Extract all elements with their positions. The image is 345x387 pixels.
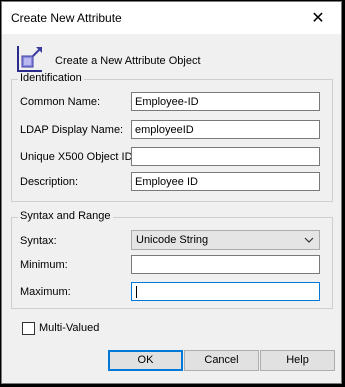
- maximum-label: Maximum:: [20, 286, 71, 298]
- ldap-display-name-label: LDAP Display Name:: [20, 124, 124, 136]
- syntax-range-group-title: Syntax and Range: [18, 210, 113, 223]
- multi-valued-label: Multi-Valued: [39, 322, 100, 334]
- x500-object-id-label: Unique X500 Object ID:: [20, 151, 136, 163]
- common-name-field[interactable]: [131, 92, 320, 111]
- close-button[interactable]: ✕: [295, 2, 341, 34]
- attribute-object-icon: [17, 46, 42, 72]
- window-title: Create New Attribute: [11, 11, 122, 25]
- close-icon: ✕: [311, 10, 325, 27]
- syntax-dropdown[interactable]: Unicode String: [131, 230, 320, 250]
- common-name-label: Common Name:: [20, 96, 101, 108]
- minimum-label: Minimum:: [20, 259, 68, 271]
- ok-button[interactable]: OK: [108, 350, 183, 371]
- header-text: Create a New Attribute Object: [55, 55, 201, 67]
- chevron-down-icon: [304, 237, 314, 243]
- syntax-label: Syntax:: [20, 235, 57, 247]
- text-caret: [136, 286, 137, 298]
- ldap-display-name-field[interactable]: [131, 120, 320, 139]
- title-bar: Create New Attribute ✕: [2, 2, 341, 34]
- create-new-attribute-dialog: Create New Attribute ✕ Create a New Attr…: [1, 1, 342, 384]
- x500-object-id-field[interactable]: [131, 147, 320, 166]
- identification-group-title: Identification: [18, 72, 84, 85]
- minimum-field[interactable]: [131, 255, 320, 274]
- description-label: Description:: [20, 176, 79, 188]
- syntax-selected-value: Unicode String: [136, 234, 209, 246]
- multi-valued-checkbox[interactable]: [22, 322, 35, 335]
- description-field[interactable]: [131, 172, 320, 191]
- cancel-button[interactable]: Cancel: [184, 350, 259, 371]
- maximum-field[interactable]: [131, 282, 320, 301]
- help-button[interactable]: Help: [260, 350, 335, 371]
